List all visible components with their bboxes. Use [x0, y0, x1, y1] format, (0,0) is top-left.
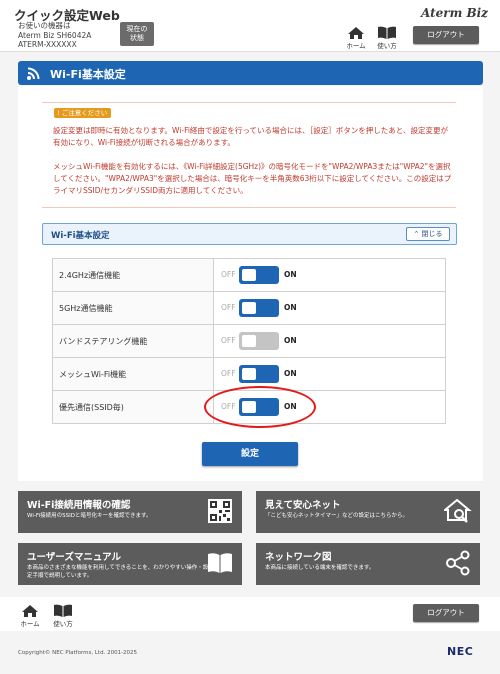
notice-box: ! ご注意ください 設定変更は即時に有効となります。Wi-Fi経由で設定を行って…	[42, 102, 456, 208]
toggle-on-label: ON	[284, 270, 297, 279]
notice-paragraph-1: 設定変更は即時に有効となります。Wi-Fi経由で設定を行っている場合には、［設定…	[53, 126, 448, 147]
content-panel: ! ご注意ください 設定変更は即時に有効となります。Wi-Fi経由で設定を行って…	[18, 86, 483, 481]
notice-badge: ! ご注意ください	[54, 108, 112, 118]
highlight-annotation	[204, 386, 316, 428]
logout-button[interactable]: ログアウト	[413, 26, 479, 44]
device-label: お使いの機器は	[18, 21, 71, 30]
setting-label: メッシュWi-Fi機能	[52, 357, 214, 391]
toggle-knob	[242, 302, 256, 314]
footer-home-link[interactable]: ホーム	[18, 604, 42, 628]
collapse-button[interactable]: ⌃ 閉じる	[406, 227, 450, 241]
table-row: 2.4GHz通信機能 OFF ON	[52, 258, 446, 292]
current-status-button[interactable]: 現在の 状態	[120, 22, 154, 46]
notice-paragraph-2: メッシュWi-Fi機能を有効化するには、《Wi-Fi詳細設定(5GHz)》の暗号…	[53, 162, 452, 195]
setting-label: 優先通信(SSID毎)	[52, 390, 214, 424]
qr-code-icon	[208, 499, 232, 523]
submit-button[interactable]: 設定	[202, 442, 298, 466]
toggle-switch[interactable]	[239, 266, 279, 284]
toggle-off-label: OFF	[221, 270, 236, 279]
nec-logo: NEC	[447, 645, 474, 658]
tile-safe-net[interactable]: 見えて安心ネット 「こども安心ネットタイマー」などの設定はこちらから。	[256, 491, 480, 533]
toggle-off-label: OFF	[221, 303, 236, 312]
home-link[interactable]: ホーム	[344, 26, 368, 50]
section-title: Wi-Fi基本設定	[51, 231, 110, 241]
toggle-knob	[242, 269, 256, 281]
toggle-knob	[242, 335, 256, 347]
page-title: Wi-Fi基本設定	[50, 68, 126, 81]
chevron-up-icon: ⌃	[413, 230, 420, 238]
setting-label: 5GHz通信機能	[52, 291, 214, 325]
wifi-icon	[27, 67, 40, 80]
table-row: 5GHz通信機能 OFF ON	[52, 291, 446, 325]
toggle-on-label: ON	[284, 303, 297, 312]
device-info: お使いの機器は Aterm Biz SH6042A ATERM-XXXXXX	[18, 21, 91, 50]
copyright: Copyright© NEC Platforms, Ltd. 2001-2025	[18, 650, 138, 656]
section-header: Wi-Fi基本設定 ⌃ 閉じる	[42, 223, 457, 245]
footer-help-link[interactable]: 使い方	[50, 604, 76, 628]
home-search-icon	[444, 498, 472, 523]
toggle-on-label: ON	[284, 369, 297, 378]
setting-label: バンドステアリング機能	[52, 324, 214, 358]
page-title-bar: Wi-Fi基本設定	[18, 61, 483, 85]
book-icon	[54, 604, 72, 617]
toggle-cell: OFF ON	[213, 258, 446, 292]
footer-logout-button[interactable]: ログアウト	[413, 604, 479, 622]
book-icon	[378, 26, 396, 39]
toggle-off-label: OFF	[221, 336, 236, 345]
toggle-switch	[239, 332, 279, 350]
device-model: Aterm Biz SH6042A	[18, 30, 92, 40]
setting-label: 2.4GHz通信機能	[52, 258, 214, 292]
book-icon	[208, 553, 232, 573]
home-icon	[348, 27, 364, 39]
tile-wifi-info[interactable]: Wi-Fi接続用情報の確認 Wi-Fi接続用のSSIDと暗号化キーを確認できます…	[18, 491, 242, 533]
brand-logo: Aterm Biz	[421, 6, 488, 20]
help-link[interactable]: 使い方	[374, 26, 400, 50]
toggle-switch[interactable]	[239, 299, 279, 317]
toggle-off-label: OFF	[221, 369, 236, 378]
table-row: バンドステアリング機能 OFF ON	[52, 324, 446, 358]
home-icon	[22, 605, 38, 617]
toggle-on-label: ON	[284, 336, 297, 345]
tile-users-manual[interactable]: ユーザーズマニュアル 本商品のさまざまな機能を利用してできることを、わかりやすい…	[18, 543, 242, 585]
toggle-switch[interactable]	[239, 365, 279, 383]
warning-icon: !	[57, 109, 60, 117]
header: クイック設定Web お使いの機器は Aterm Biz SH6042A ATER…	[0, 0, 500, 52]
network-icon	[446, 550, 470, 576]
toggle-knob	[242, 368, 256, 380]
toggle-cell: OFF ON	[213, 291, 446, 325]
toggle-cell: OFF ON	[213, 324, 446, 358]
tile-network-map[interactable]: ネットワーク図 本商品に接続している端末を確認できます。	[256, 543, 480, 585]
device-id: ATERM-XXXXXX	[18, 40, 77, 49]
